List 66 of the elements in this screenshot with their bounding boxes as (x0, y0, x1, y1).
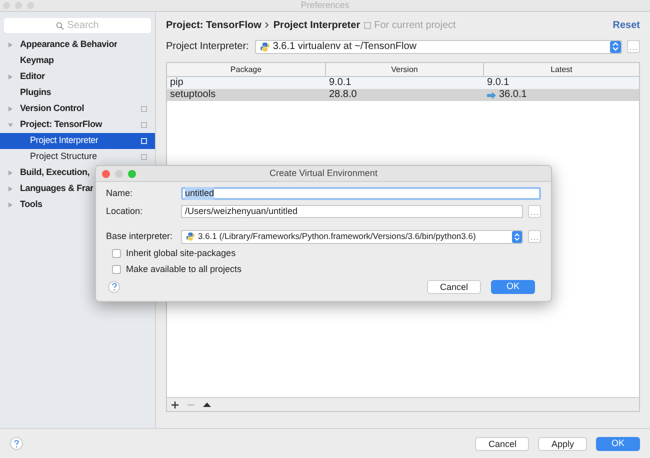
scope-note: For current project (374, 18, 456, 32)
dialog-button[interactable]: Cancel (475, 436, 530, 450)
breadcrumb-item[interactable]: Project: TensorFlow (166, 18, 262, 32)
stepper-icon (610, 40, 621, 52)
column-header[interactable]: Package (167, 63, 326, 76)
checkbox[interactable] (112, 265, 121, 274)
interpreter-value: 3.6.1 virtualenv at ~/TensonFlow (272, 40, 417, 54)
expand-arrow-icon[interactable] (8, 106, 13, 112)
base-interpreter-label: Base interpreter: (106, 230, 174, 243)
table-cell-text: setuptools (169, 89, 217, 101)
sidebar-item[interactable]: Project Structure (0, 149, 155, 165)
expand-arrow-icon[interactable] (8, 186, 13, 192)
expand-arrow-icon[interactable] (8, 42, 13, 48)
sidebar-item[interactable]: Build, Execution, (0, 165, 155, 181)
sidebar-item[interactable]: Appearance & Behavior (0, 37, 155, 53)
dialog-title: Create Virtual Environment (270, 166, 378, 180)
browse-button[interactable] (627, 40, 640, 53)
location-label: Location: (106, 204, 144, 218)
column-header[interactable]: Latest (484, 63, 639, 76)
name-field[interactable]: untitled (181, 187, 541, 200)
stepper-icon (512, 230, 522, 242)
add-icon[interactable] (171, 400, 179, 408)
help-icon (112, 283, 116, 291)
reset-link[interactable]: Reset (612, 18, 640, 32)
sidebar-item[interactable]: Editor (0, 69, 155, 85)
interpreter-dropdown[interactable]: 3.6.1 (/Library/Frameworks/Python.framework/Versions/3.6/bin/python3.6) (181, 230, 523, 244)
table-cell-text: 28.8.0 (328, 89, 358, 101)
window-title: Preferences (300, 0, 350, 11)
help-button[interactable] (108, 281, 120, 293)
expand-arrow-icon[interactable] (8, 170, 13, 176)
table-cell-text: pip (169, 77, 184, 89)
column-header[interactable]: Version (326, 63, 484, 76)
search-placeholder: Search (67, 19, 99, 33)
sidebar-item[interactable]: Project Interpreter (0, 133, 155, 149)
dialog-button[interactable]: Apply (538, 436, 587, 450)
sidebar-item[interactable]: Plugins (0, 85, 155, 101)
python-icon (260, 42, 270, 52)
help-icon (14, 440, 19, 448)
python-icon (186, 232, 195, 241)
table-cell-text: 9.0.1 (486, 77, 510, 89)
dialog-button[interactable]: Cancel (426, 280, 481, 294)
breadcrumb-item: Project Interpreter (273, 18, 360, 32)
sidebar-item[interactable]: Project: TensorFlow (0, 117, 155, 133)
table-row[interactable]: setuptools 28.8.0 36.0.1 (167, 89, 639, 101)
search-icon (56, 22, 64, 30)
name-label: Name: (106, 186, 134, 200)
chevron-icon (265, 22, 270, 28)
table-row[interactable]: pip 9.0.1 9.0.1 (167, 77, 639, 89)
browse-button[interactable] (528, 230, 541, 243)
help-button[interactable] (10, 437, 23, 450)
copy-icon (364, 22, 372, 28)
collapse-arrow-icon[interactable] (8, 122, 13, 128)
checkbox[interactable] (112, 249, 121, 258)
expand-arrow-icon[interactable] (8, 202, 13, 208)
table-cell: 36.0.1 (499, 89, 527, 101)
upgrade-icon[interactable] (203, 402, 211, 407)
checkbox-label: Inherit global site-packages (126, 246, 236, 260)
sidebar-item[interactable]: Version Control (0, 101, 155, 117)
interpreter-label: Project Interpreter: (166, 40, 249, 54)
browse-button[interactable] (528, 205, 541, 218)
table-cell-text: 9.0.1 (328, 77, 352, 89)
checkbox-label: Make available to all projects (126, 262, 242, 276)
interpreter-dropdown[interactable]: 3.6.1 virtualenv at ~/TensonFlow (254, 40, 622, 54)
sidebar-item[interactable]: Keymap (0, 53, 155, 69)
expand-arrow-icon[interactable] (8, 74, 13, 80)
location-field[interactable]: /Users/weizhenyuan/untitled (181, 205, 523, 218)
